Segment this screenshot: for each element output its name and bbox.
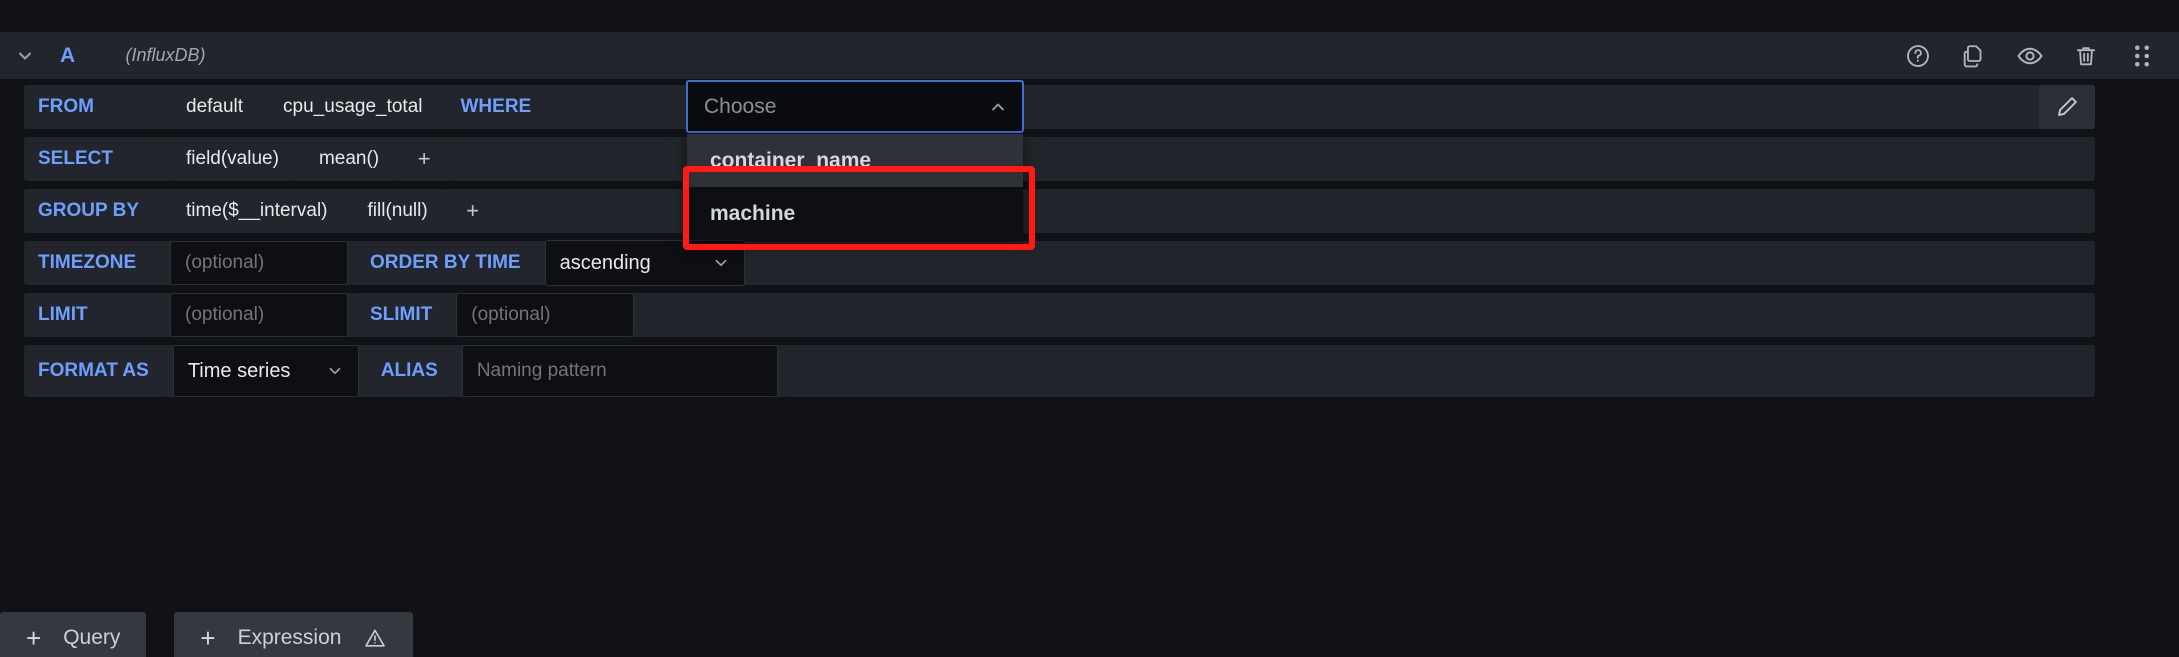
add-query-button[interactable]: + Query xyxy=(0,612,147,657)
from-label: FROM xyxy=(24,85,162,129)
chevron-up-icon xyxy=(988,97,1008,117)
chevron-down-icon[interactable] xyxy=(10,41,40,71)
row-timezone: TIMEZONE ORDER BY TIME ascending xyxy=(24,240,2095,286)
group-by-time-segment[interactable]: time($__interval) xyxy=(170,189,344,233)
select-field-segment[interactable]: field(value) xyxy=(170,137,295,181)
slimit-input[interactable] xyxy=(456,293,635,337)
eye-icon[interactable] xyxy=(2015,41,2045,71)
select-label: SELECT xyxy=(24,137,162,181)
row-select: SELECT field(value) mean() + xyxy=(24,137,2095,181)
timezone-row-filler xyxy=(752,241,2095,285)
where-tag-select-control[interactable]: Choose xyxy=(686,80,1024,133)
query-ref-id[interactable]: A xyxy=(60,44,75,68)
query-footer-actions: + Query + Expression xyxy=(0,612,414,657)
select-aggregation-segment[interactable]: mean() xyxy=(302,137,396,181)
timezone-label: TIMEZONE xyxy=(24,241,162,285)
row-format-as: FORMAT AS Time series ALIAS xyxy=(24,345,2095,397)
format-as-label: FORMAT AS xyxy=(24,345,165,397)
format-as-value: Time series xyxy=(187,359,291,382)
add-query-label: Query xyxy=(63,626,121,649)
row-limit: LIMIT SLIMIT xyxy=(24,293,2095,337)
chevron-down-icon xyxy=(326,362,344,380)
retention-policy-segment[interactable]: default xyxy=(170,85,260,129)
chevron-down-icon xyxy=(712,254,730,272)
duplicate-icon[interactable] xyxy=(1959,41,1989,71)
timezone-input[interactable] xyxy=(170,241,348,285)
group-by-add-button[interactable]: + xyxy=(451,189,494,233)
help-icon[interactable] xyxy=(1903,41,1933,71)
alias-input[interactable] xyxy=(461,345,778,397)
where-label: WHERE xyxy=(446,85,548,129)
pencil-icon[interactable] xyxy=(2039,85,2095,129)
row-from: FROM default cpu_usage_total WHERE xyxy=(24,85,2095,129)
query-editor-rows: FROM default cpu_usage_total WHERE SELEC… xyxy=(24,85,2095,405)
dropdown-option-machine[interactable]: machine xyxy=(687,187,1023,240)
query-datasource-label: (InfluxDB) xyxy=(125,45,206,65)
plus-icon: + xyxy=(200,623,216,653)
where-tag-dropdown: Choose container_name machine xyxy=(686,80,1024,240)
select-add-button[interactable]: + xyxy=(403,137,446,181)
measurement-segment[interactable]: cpu_usage_total xyxy=(267,85,439,129)
trash-icon[interactable] xyxy=(2071,41,2101,71)
alias-label: ALIAS xyxy=(366,345,454,397)
add-expression-label: Expression xyxy=(237,626,342,649)
limit-row-filler xyxy=(642,293,2095,337)
order-by-time-label: ORDER BY TIME xyxy=(356,241,537,285)
query-header-actions xyxy=(1903,41,2157,71)
query-editor-root: A (InfluxDB) FROM default cpu_usage_tota… xyxy=(0,0,2179,657)
limit-label: LIMIT xyxy=(24,293,162,337)
order-by-time-value: ascending xyxy=(559,251,651,274)
query-header: A (InfluxDB) xyxy=(0,32,2179,79)
group-by-fill-segment[interactable]: fill(null) xyxy=(351,189,444,233)
slimit-label: SLIMIT xyxy=(356,293,449,337)
plus-icon: + xyxy=(26,623,42,653)
format-row-filler xyxy=(785,345,2095,397)
drag-handle-icon[interactable] xyxy=(2127,41,2157,71)
add-expression-button[interactable]: + Expression xyxy=(174,612,414,657)
group-by-label: GROUP BY xyxy=(24,189,162,233)
where-tag-placeholder: Choose xyxy=(704,94,777,118)
format-as-select[interactable]: Time series xyxy=(172,345,359,397)
where-tag-options-menu: container_name machine xyxy=(687,134,1023,240)
order-by-time-select[interactable]: ascending xyxy=(544,240,745,286)
limit-input[interactable] xyxy=(170,293,348,337)
warning-triangle-icon xyxy=(363,626,387,650)
row-group-by: GROUP BY time($__interval) fill(null) + xyxy=(24,189,2095,233)
dropdown-option-container-name[interactable]: container_name xyxy=(687,134,1023,187)
